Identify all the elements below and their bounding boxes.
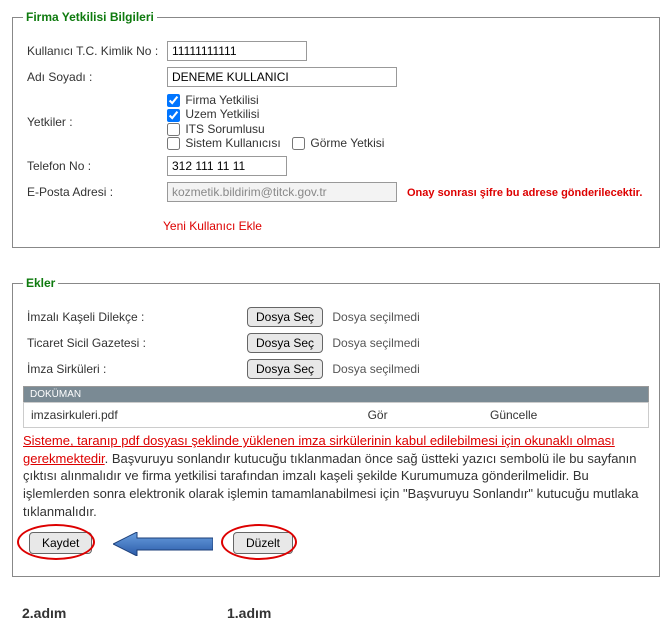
step-2-label: 2.adım: [22, 605, 66, 621]
dokuman-gor-link[interactable]: Gör: [368, 408, 388, 422]
cb-its-label[interactable]: ITS Sorumlusu: [167, 122, 265, 136]
file-label-1: Ticaret Sicil Gazetesi :: [23, 330, 243, 356]
duzelt-button[interactable]: Düzelt: [233, 532, 293, 554]
dokuman-row: imzasirkuleri.pdf Gör Güncelle: [23, 402, 649, 428]
eposta-label: E-Posta Adresi :: [23, 179, 163, 205]
cb-uzem-label[interactable]: Uzem Yetkilisi: [167, 107, 259, 121]
cb-firma-label[interactable]: Firma Yetkilisi: [167, 93, 259, 107]
tel-input[interactable]: [167, 156, 287, 176]
tc-input[interactable]: [167, 41, 307, 61]
file-status-1: Dosya seçilmedi: [332, 336, 419, 350]
firma-yetkilisi-legend: Firma Yetkilisi Bilgileri: [23, 10, 157, 24]
cb-gorme-label[interactable]: Görme Yetkisi: [292, 136, 384, 150]
firma-yetkilisi-fieldset: Firma Yetkilisi Bilgileri Kullanıcı T.C.…: [12, 10, 660, 248]
cb-sistem[interactable]: [167, 137, 180, 150]
file-status-2: Dosya seçilmedi: [332, 362, 419, 376]
cb-its[interactable]: [167, 123, 180, 136]
dokuman-guncelle-link[interactable]: Güncelle: [490, 408, 537, 422]
file-label-2: İmza Sirküleri :: [23, 356, 243, 382]
ekler-legend: Ekler: [23, 276, 58, 290]
file-choose-button-0[interactable]: Dosya Seç: [247, 307, 323, 327]
tel-label: Telefon No :: [23, 153, 163, 179]
dokuman-filename: imzasirkuleri.pdf: [30, 407, 367, 423]
ad-input[interactable]: [167, 67, 397, 87]
steps-row: 2.adım 1.adım: [12, 605, 660, 625]
warning-rest: . Başvuruyu sonlandır kutucuğu tıklanmad…: [23, 451, 638, 519]
step-1-label: 1.adım: [227, 605, 271, 621]
dokuman-header: DOKÜMAN: [23, 386, 649, 402]
arrow-icon: [113, 532, 213, 556]
warning-text: Sisteme, taranıp pdf dosyası şeklinde yü…: [23, 432, 649, 520]
ekler-fieldset: Ekler İmzalı Kaşeli Dilekçe : Dosya Seç …: [12, 276, 660, 577]
cb-gorme[interactable]: [292, 137, 305, 150]
cb-sistem-label[interactable]: Sistem Kullanıcısı: [167, 136, 284, 150]
file-row: İmza Sirküleri : Dosya Seç Dosya seçilme…: [23, 356, 649, 382]
cb-firma[interactable]: [167, 94, 180, 107]
yetki-label: Yetkiler :: [23, 90, 163, 153]
tc-label: Kullanıcı T.C. Kimlik No :: [23, 38, 163, 64]
firma-form-table: Kullanıcı T.C. Kimlik No : Adı Soyadı : …: [23, 38, 649, 205]
file-choose-button-2[interactable]: Dosya Seç: [247, 359, 323, 379]
eposta-input: [167, 182, 397, 202]
file-status-0: Dosya seçilmedi: [332, 310, 419, 324]
eposta-note: Onay sonrası şifre bu adrese gönderilece…: [407, 187, 642, 199]
file-row: İmzalı Kaşeli Dilekçe : Dosya Seç Dosya …: [23, 304, 649, 330]
file-label-0: İmzalı Kaşeli Dilekçe :: [23, 304, 243, 330]
ekler-table: İmzalı Kaşeli Dilekçe : Dosya Seç Dosya …: [23, 304, 649, 382]
cb-uzem[interactable]: [167, 109, 180, 122]
kaydet-button[interactable]: Kaydet: [29, 532, 92, 554]
yeni-kullanici-ekle-link[interactable]: Yeni Kullanıcı Ekle: [163, 219, 262, 233]
file-row: Ticaret Sicil Gazetesi : Dosya Seç Dosya…: [23, 330, 649, 356]
file-choose-button-1[interactable]: Dosya Seç: [247, 333, 323, 353]
ad-label: Adı Soyadı :: [23, 64, 163, 90]
